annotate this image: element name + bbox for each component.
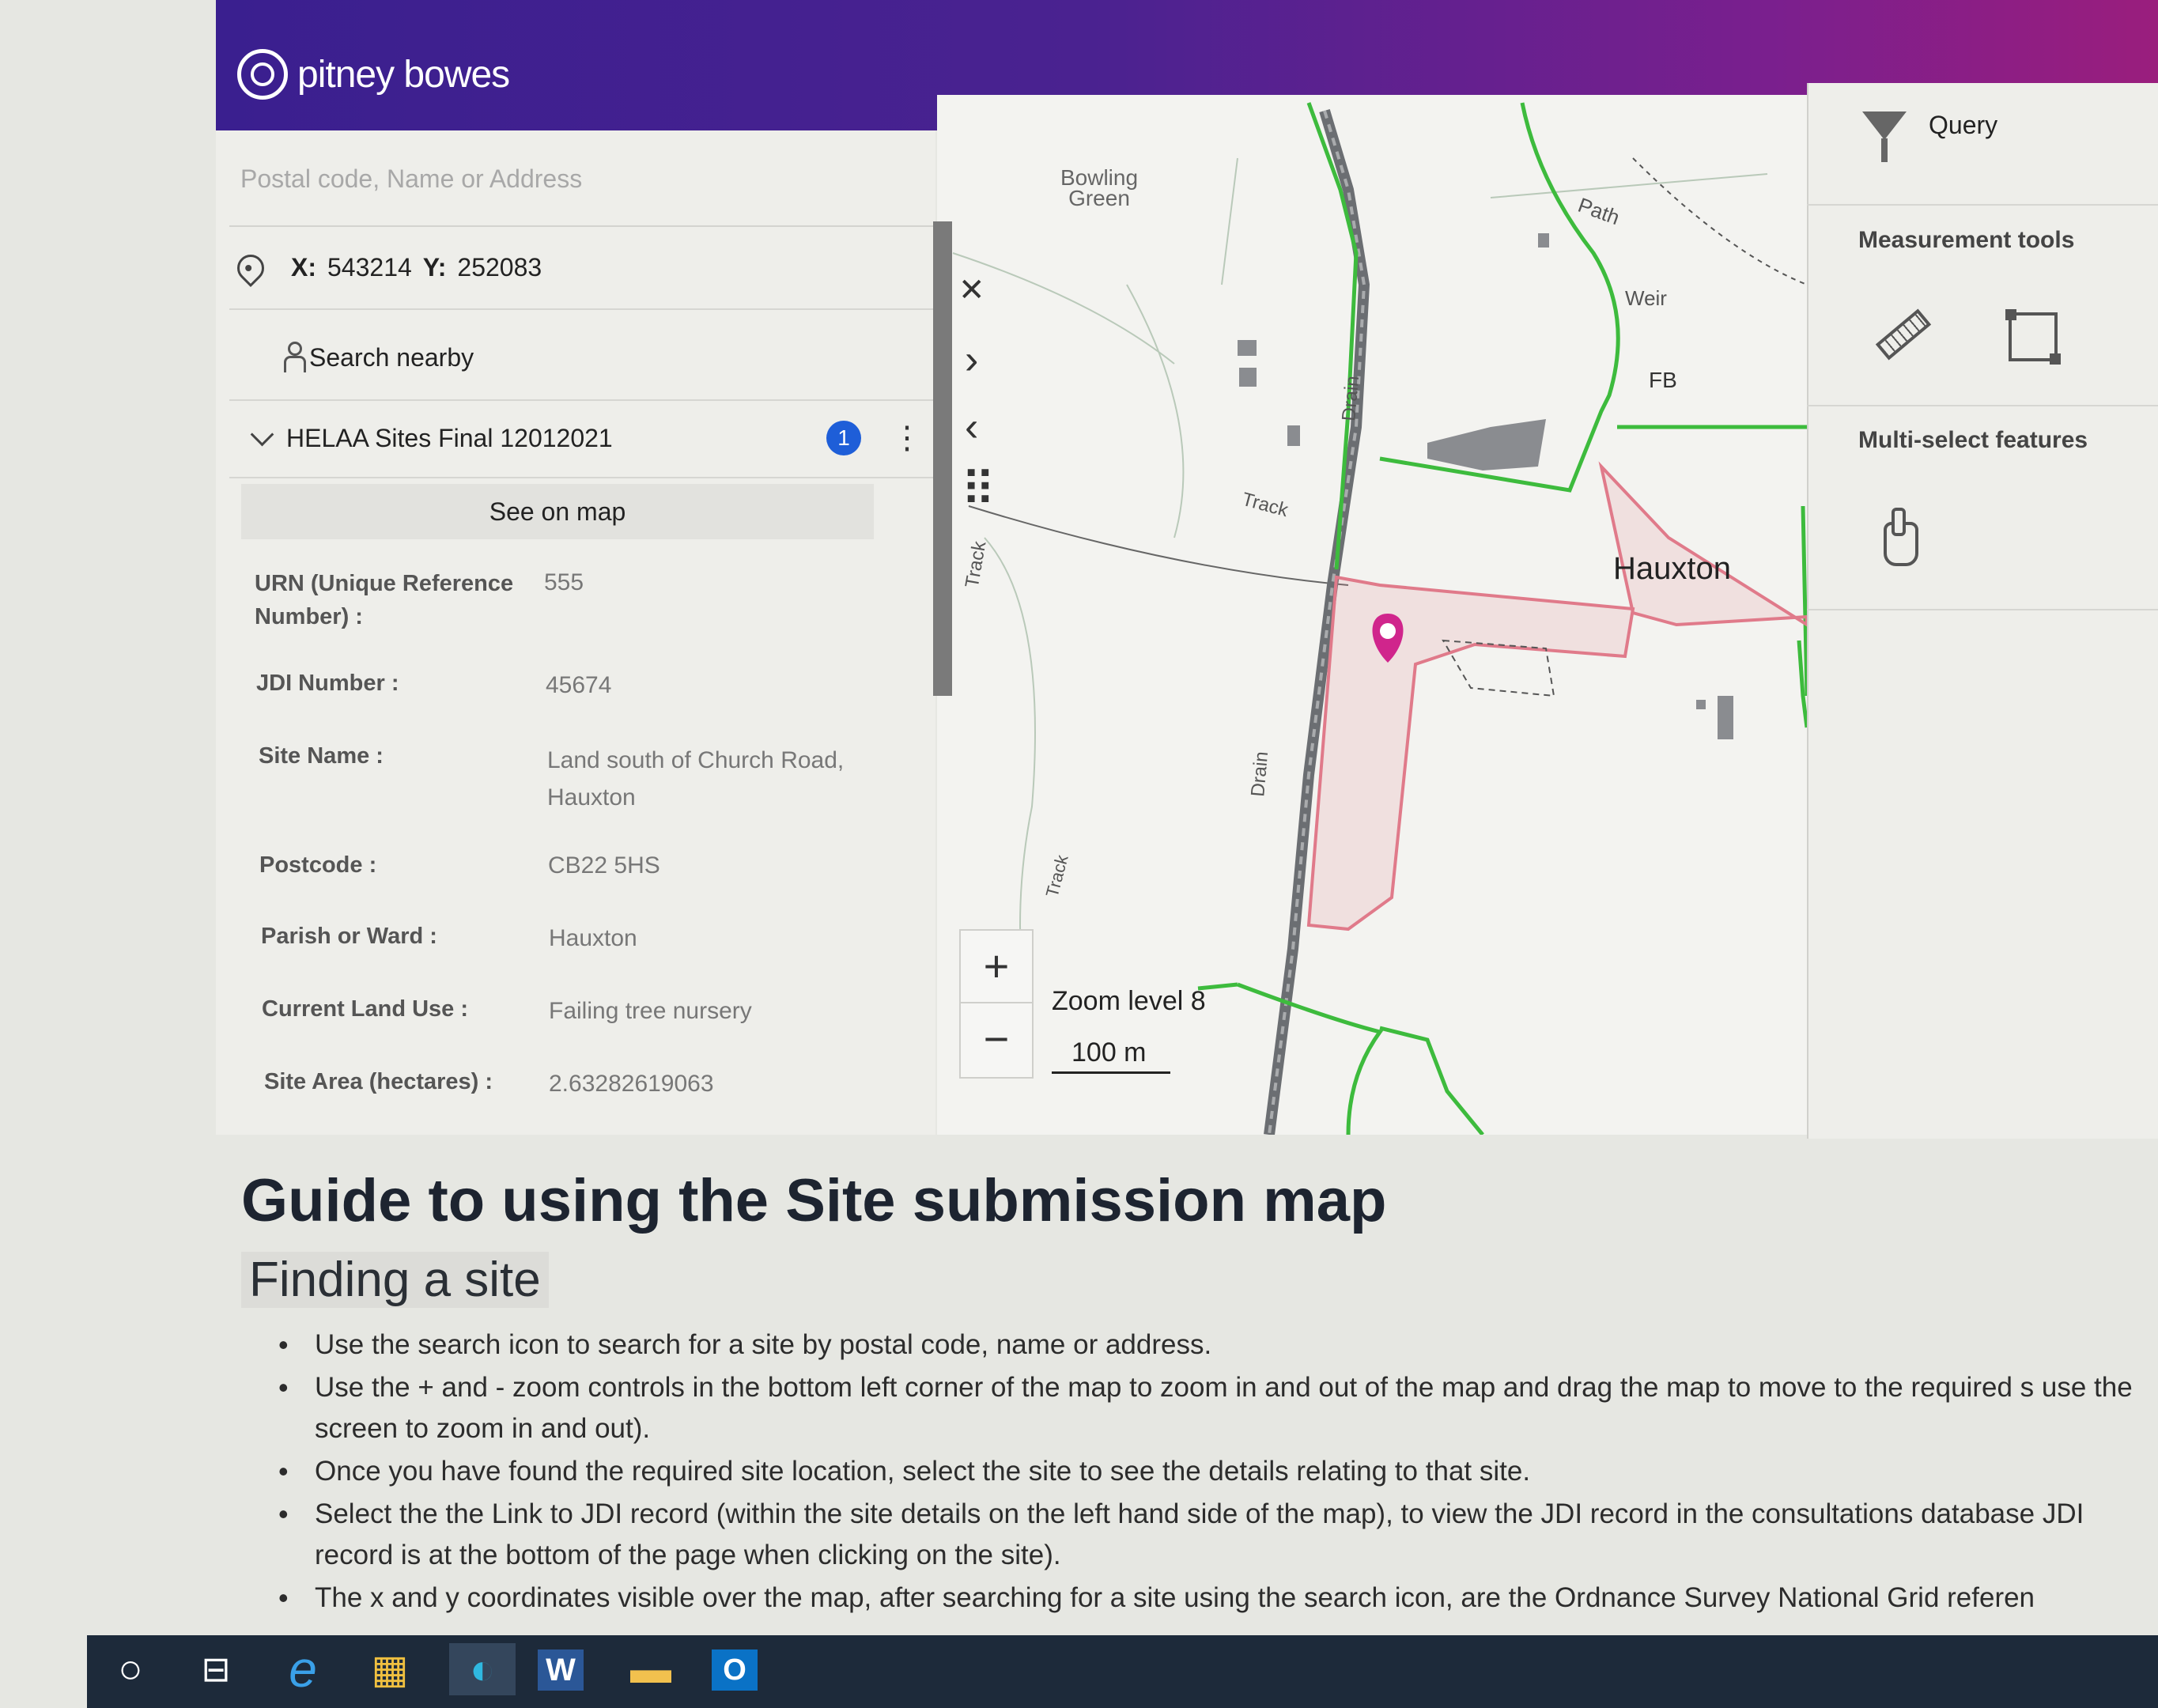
result-count-badge: 1 (826, 421, 861, 455)
chevron-right-icon[interactable]: › (965, 336, 978, 384)
drag-handle-icon[interactable]: ⠿ (961, 463, 996, 518)
site-area-label: Site Area (hectares) : (264, 1069, 493, 1094)
search-nearby-button[interactable]: Search nearby (281, 342, 474, 373)
query-button[interactable]: Query (1862, 111, 1998, 162)
task-view-icon[interactable]: ⊟ (190, 1643, 242, 1695)
urn-label: URN (Unique Reference Number) : (255, 571, 514, 629)
search-input[interactable] (239, 154, 906, 203)
divider (1807, 609, 2158, 610)
zoom-out-button[interactable]: − (961, 1002, 1032, 1075)
measure-area-button[interactable] (2005, 309, 2061, 365)
search-nearby-label: Search nearby (309, 342, 474, 372)
edge-icon[interactable]: ◐ (449, 1643, 516, 1695)
brand-name: pitney bowes (297, 53, 510, 96)
zoom-level-label: Zoom level 8 (1052, 986, 1206, 1016)
divider (229, 399, 933, 401)
word-icon[interactable]: W (538, 1649, 584, 1691)
scale-label: 100 m (1071, 1037, 1147, 1068)
x-label: X: (291, 253, 316, 282)
more-options-icon[interactable]: ⋮ (891, 422, 923, 454)
query-label: Query (1929, 111, 1998, 139)
outlook-icon[interactable]: O (712, 1649, 758, 1691)
divider (1807, 204, 2158, 206)
zoom-controls: + − (959, 929, 1034, 1079)
y-label: Y: (422, 253, 447, 282)
guide-bullet-list: Use the search icon to search for a site… (261, 1324, 2158, 1620)
brand-logo[interactable]: pitney bowes (237, 49, 510, 100)
map-graphics (952, 102, 1807, 1135)
zoom-in-button[interactable]: + (961, 931, 1032, 1002)
map-label-fb: FB (1649, 368, 1677, 392)
map-label-drain: Drain (1338, 375, 1364, 422)
see-on-map-button[interactable]: See on map (241, 484, 874, 539)
list-item: Once you have found the required site lo… (261, 1451, 2158, 1492)
search-bar (229, 130, 933, 227)
parish-value: Hauxton (549, 925, 637, 951)
multi-select-title: Multi-select features (1858, 427, 2088, 453)
location-pin-icon (231, 248, 270, 287)
hand-pointer-icon (1884, 508, 1918, 566)
search-circle-icon[interactable]: ○ (104, 1643, 157, 1695)
map-label-drain-mid: Drain (1247, 750, 1273, 798)
measure-distance-button[interactable] (1875, 308, 1932, 361)
map-label-weir: Weir (1625, 286, 1667, 310)
chevron-left-icon[interactable]: ‹ (965, 403, 978, 451)
map-label-bowling-green: Bowling Green (1060, 165, 1139, 210)
parish-label: Parish or Ward : (261, 924, 437, 949)
scale-bar (1052, 1071, 1170, 1074)
pitney-bowes-logo-icon (237, 49, 288, 100)
guide-subtitle: Finding a site (241, 1252, 549, 1308)
land-use-value: Failing tree nursery (549, 998, 752, 1024)
postcode-label: Postcode : (259, 852, 377, 878)
divider (229, 477, 933, 478)
measurement-tools-title: Measurement tools (1858, 227, 2075, 253)
multi-select-button[interactable] (1884, 508, 1918, 566)
guide-title: Guide to using the Site submission map (241, 1167, 1387, 1234)
jdi-number-label: JDI Number : (256, 671, 399, 696)
map-canvas[interactable]: Bowling Green Path Weir FB Drain Track T… (937, 95, 1807, 1135)
divider (1807, 405, 2158, 406)
map-label-hauxton: Hauxton (1613, 551, 1731, 586)
store-icon[interactable]: ▦ (364, 1643, 416, 1695)
postcode-value: CB22 5HS (548, 852, 660, 879)
coordinate-readout: X: 543214 Y: 252083 (231, 248, 542, 287)
y-value: 252083 (457, 253, 542, 282)
layer-name: HELAA Sites Final 12012021 (286, 424, 613, 452)
urn-value: 555 (544, 569, 584, 595)
list-item: Select the the Link to JDI record (withi… (261, 1494, 2158, 1576)
polygon-area-icon (2005, 309, 2061, 365)
list-item: The x and y coordinates visible over the… (261, 1578, 2158, 1619)
panel-collapse-strip[interactable] (933, 221, 952, 696)
file-explorer-icon[interactable]: ▬ (625, 1643, 677, 1695)
internet-explorer-icon[interactable]: e (277, 1641, 329, 1698)
person-nearby-icon (281, 342, 306, 373)
jdi-number-value: 45674 (546, 672, 612, 698)
list-item: Use the search icon to search for a site… (261, 1324, 2158, 1366)
x-value: 543214 (327, 253, 412, 282)
close-icon[interactable]: ✕ (958, 272, 985, 308)
funnel-icon (1862, 111, 1907, 162)
layer-result-header[interactable]: HELAA Sites Final 12012021 1 ⋮ (249, 421, 923, 455)
list-item: Use the + and - zoom controls in the bot… (261, 1367, 2158, 1449)
site-name-value: Land south of Church Road, Hauxton (547, 747, 845, 811)
divider (229, 308, 933, 310)
site-area-value: 2.63282619063 (549, 1071, 714, 1097)
chevron-down-icon[interactable] (250, 422, 274, 447)
site-name-label: Site Name : (259, 743, 384, 769)
land-use-label: Current Land Use : (262, 996, 469, 1022)
